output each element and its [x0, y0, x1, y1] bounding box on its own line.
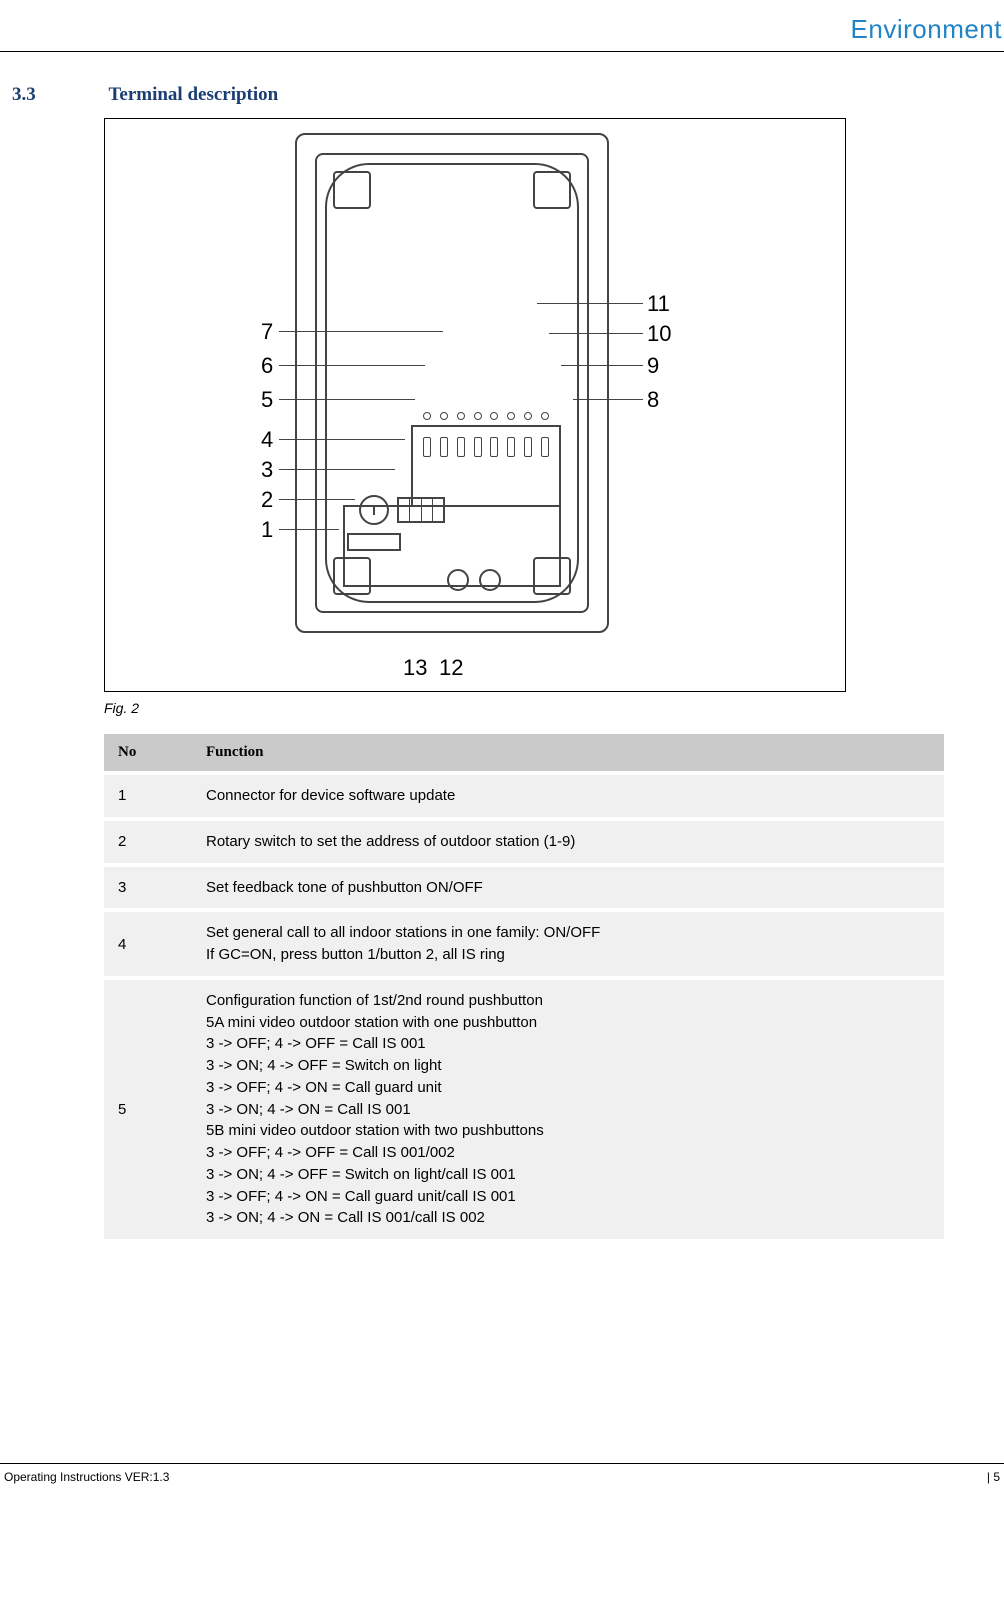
table-row: 4Set general call to all indoor stations… — [104, 912, 944, 976]
callout-5: 5 — [261, 387, 273, 413]
table-cell-no: 3 — [104, 867, 192, 909]
table-cell-no: 1 — [104, 775, 192, 817]
dip-switch-icon — [397, 497, 445, 523]
table-cell-fn: Rotary switch to set the address of outd… — [192, 821, 944, 863]
callout-6: 6 — [261, 353, 273, 379]
figure-caption: Fig. 2 — [104, 700, 964, 716]
header-divider — [0, 51, 1004, 52]
callout-7: 7 — [261, 319, 273, 345]
table-cell-fn: Connector for device software update — [192, 775, 944, 817]
function-table: No Function 1Connector for device softwa… — [104, 730, 944, 1243]
table-header-fn: Function — [192, 734, 944, 771]
table-cell-no: 2 — [104, 821, 192, 863]
section-number: 3.3 — [12, 84, 104, 106]
table-cell-fn: Set feedback tone of pushbutton ON/OFF — [192, 867, 944, 909]
callout-12: 12 — [439, 655, 463, 681]
table-cell-fn: Set general call to all indoor stations … — [192, 912, 944, 976]
connector-icon — [347, 533, 401, 551]
callout-4: 4 — [261, 427, 273, 453]
table-cell-fn: Configuration function of 1st/2nd round … — [192, 980, 944, 1239]
footer-left: Operating Instructions VER:1.3 — [4, 1470, 169, 1484]
table-row: 1Connector for device software update — [104, 775, 944, 817]
table-row: 3Set feedback tone of pushbutton ON/OFF — [104, 867, 944, 909]
footer-page: 5 — [987, 1470, 1000, 1484]
callout-2: 2 — [261, 487, 273, 513]
brand-header: Environment — [0, 0, 1004, 51]
callout-3: 3 — [261, 457, 273, 483]
table-cell-no: 4 — [104, 912, 192, 976]
callout-8: 8 — [647, 387, 659, 413]
callout-10: 10 — [647, 321, 671, 347]
figure-box: 1 2 3 4 5 6 7 8 9 10 11 13 12 — [104, 118, 846, 692]
table-cell-no: 5 — [104, 980, 192, 1239]
callout-11: 11 — [647, 291, 670, 317]
callout-13: 13 — [403, 655, 427, 681]
callout-1: 1 — [261, 517, 273, 543]
callout-9: 9 — [647, 353, 659, 379]
terminal-block — [411, 425, 561, 507]
section-title: Terminal description — [108, 84, 278, 106]
table-header-no: No — [104, 734, 192, 771]
table-row: 5Configuration function of 1st/2nd round… — [104, 980, 944, 1239]
device-outline — [295, 133, 609, 633]
section-heading: 3.3 Terminal description — [12, 84, 964, 106]
table-row: 2Rotary switch to set the address of out… — [104, 821, 944, 863]
rotary-switch-icon — [359, 495, 389, 525]
